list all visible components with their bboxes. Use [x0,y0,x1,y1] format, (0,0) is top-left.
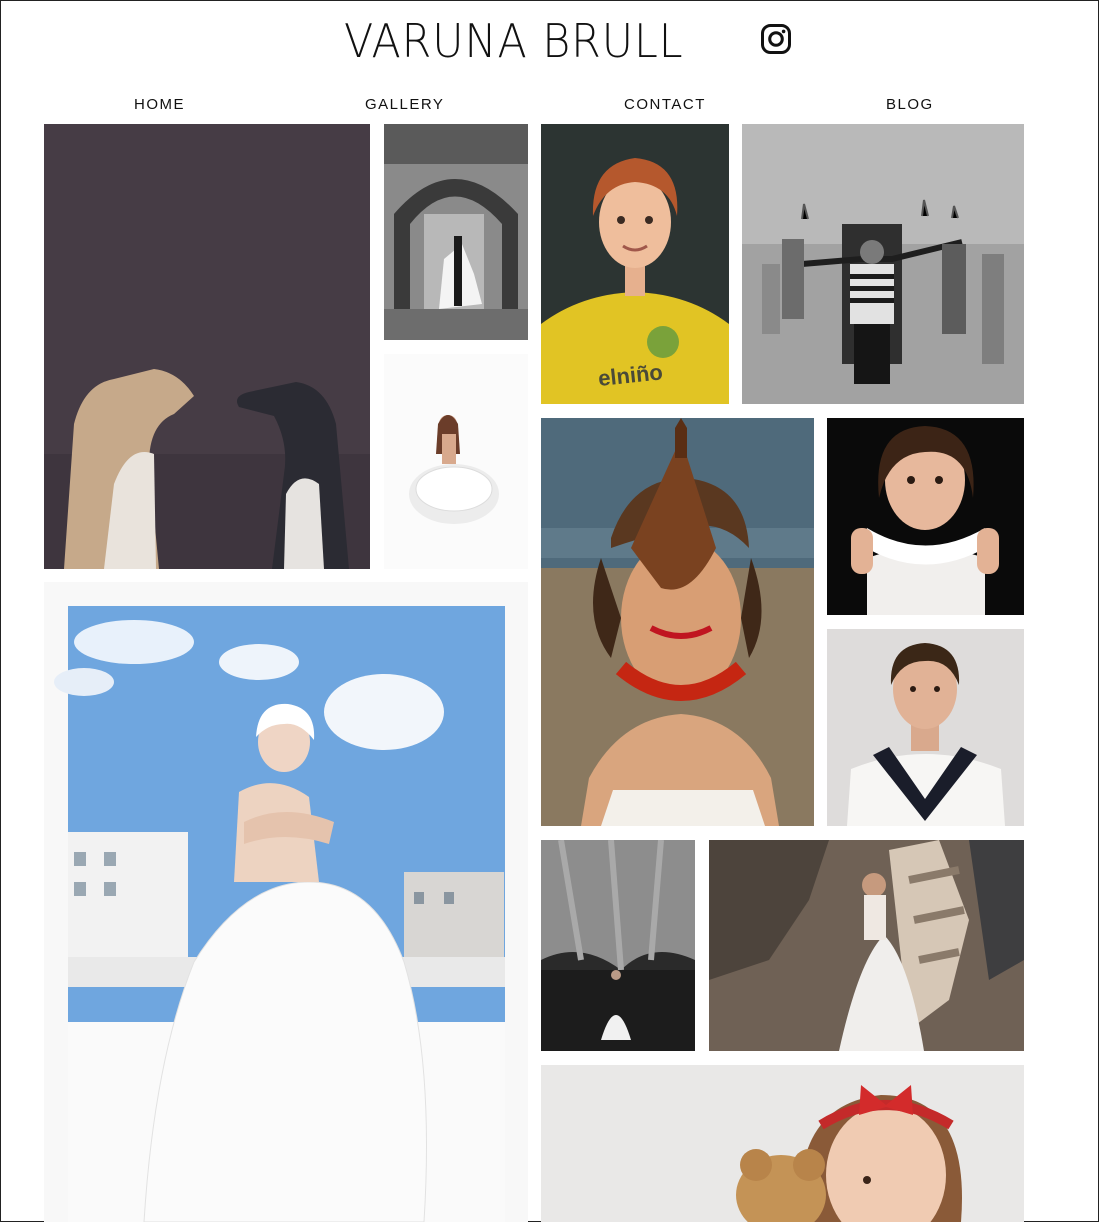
gallery-photo-mask-headpiece[interactable] [541,418,814,826]
nav-blog[interactable]: BLOG [886,96,934,113]
gallery-photo-white-dress-seated[interactable] [384,354,528,569]
gallery-photo-girl-white-collar[interactable] [827,418,1024,615]
nav-home[interactable]: HOME [134,96,185,113]
gallery-photo-boy-yellow-shirt[interactable]: elniño [541,124,729,404]
site-title[interactable]: VARUNA BRULL [344,14,716,68]
gallery-photo-bride-rooftop[interactable] [44,582,528,1222]
instagram-icon[interactable] [760,23,792,55]
nav-gallery[interactable]: GALLERY [365,96,444,113]
gallery-photo-girl-red-bow[interactable] [541,1065,1024,1222]
gallery-photo-archway-couple[interactable] [384,124,528,340]
gallery-photo-bride-waterside[interactable] [541,840,695,1051]
gallery-photo-greyhounds[interactable] [44,124,370,569]
gallery-photo-bride-rock-wall[interactable] [709,840,1024,1051]
gallery-photo-beach-kids[interactable] [742,124,1024,404]
gallery-photo-boy-sailor-suit[interactable] [827,629,1024,826]
nav-contact[interactable]: CONTACT [624,96,706,113]
